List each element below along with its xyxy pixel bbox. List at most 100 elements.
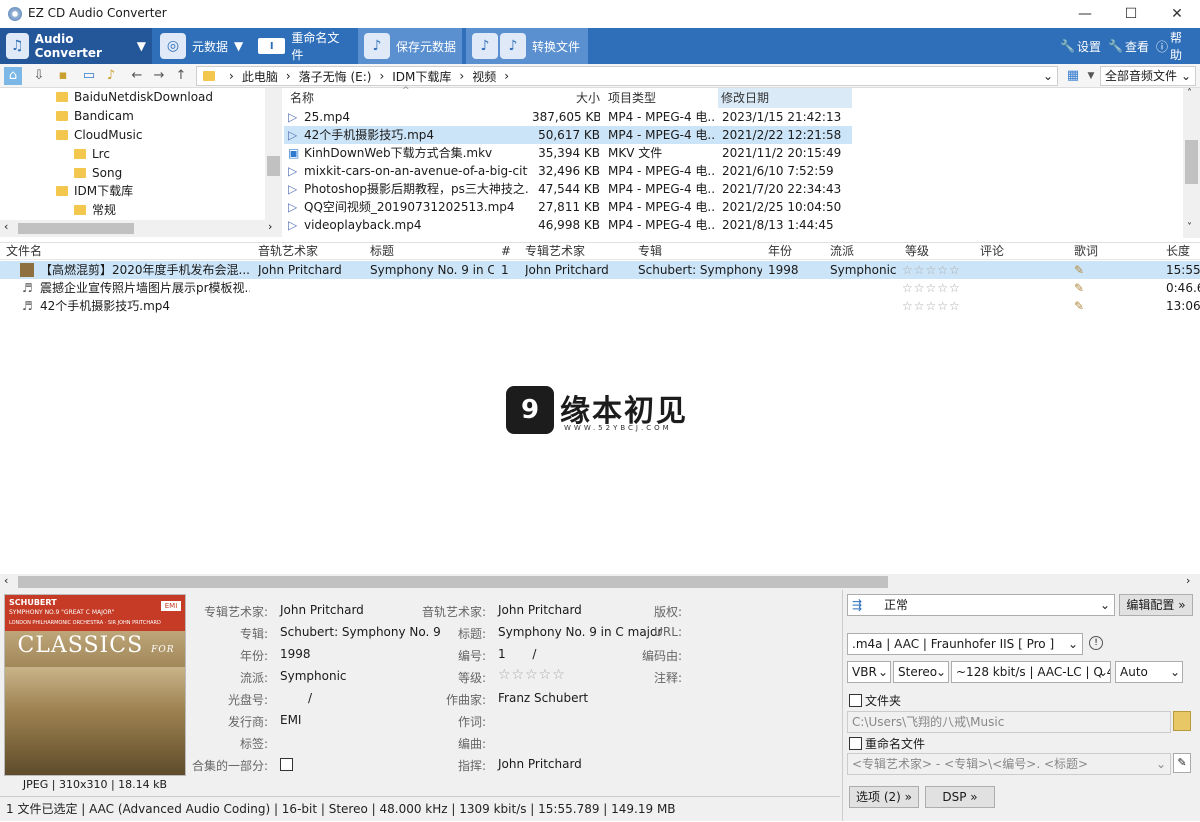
lyrics-icon[interactable]: ✎ [1074, 279, 1084, 297]
chevron-left-icon[interactable]: ‹ [4, 220, 8, 233]
chevron-right-icon[interactable]: › [1186, 574, 1190, 587]
track-artist-field[interactable]: John Pritchard [498, 603, 582, 617]
info-icon[interactable]: ! [1089, 636, 1103, 650]
track-rating[interactable]: ☆☆☆☆☆ [902, 297, 976, 315]
address-bar[interactable]: › 此电脑 › 落子无悔 (E:) › IDM下载库 › 视频 › ⌄ [196, 66, 1058, 86]
column-header-type[interactable]: 项目类型 [608, 88, 656, 108]
file-row[interactable]: ▷ QQ空间视频_20190731202513.mp4 27,811 KB MP… [284, 198, 852, 216]
mode-audio-converter-button[interactable]: ♫ Audio Converter ▼ [0, 28, 152, 64]
breadcrumb-item[interactable]: 视频 [472, 68, 496, 85]
back-arrow-icon[interactable]: ← [128, 67, 146, 85]
maximize-button[interactable]: ☐ [1108, 0, 1154, 28]
output-folder-field[interactable]: C:\Users\飞翔的八戒\Music [847, 711, 1171, 733]
channels-select[interactable]: Stereo ⌄ [893, 661, 949, 683]
chevron-down-icon[interactable]: ˅ [1187, 222, 1192, 233]
publisher-field[interactable]: EMI [280, 713, 301, 727]
chevron-left-icon[interactable]: ‹ [4, 574, 8, 587]
column-header-comment[interactable]: 评论 [980, 242, 1004, 260]
breadcrumb-item[interactable]: 落子无悔 (E:) [299, 68, 372, 85]
file-row[interactable]: ▣ KinhDownWeb下载方式合集.mkv 35,394 KB MKV 文件… [284, 144, 852, 162]
file-filter-select[interactable]: 全部音频文件 ⌄ [1100, 66, 1196, 86]
file-row[interactable]: ▷ Photoshop摄影后期教程，ps三大神技之... 47,544 KB M… [284, 180, 852, 198]
lyrics-icon[interactable]: ✎ [1074, 297, 1084, 315]
column-header-name[interactable]: 名称 [290, 88, 314, 108]
genre-field[interactable]: Symphonic [280, 669, 347, 683]
track-rating[interactable]: ☆☆☆☆☆ [902, 261, 976, 279]
lyrics-icon[interactable]: ✎ [1074, 261, 1084, 279]
track-row[interactable]: ♬ 42个手机摄影技巧.mp4 ☆☆☆☆☆ ✎ 13:06.8 [0, 297, 1200, 315]
column-header-size[interactable]: 大小 [576, 88, 600, 108]
minimize-button[interactable]: — [1062, 0, 1108, 28]
add-files-icon[interactable]: ⇩ [30, 67, 48, 85]
metadata-button[interactable]: ◎ 元数据 ▼ [154, 28, 250, 64]
profile-select[interactable]: ⇶ 正常 ⌄ [847, 594, 1115, 616]
add-folder-icon[interactable]: ▪ [54, 67, 72, 85]
breadcrumb-item[interactable]: 此电脑 [242, 68, 278, 85]
rename-pattern-field[interactable]: <专辑艺术家> - <专辑>\<编号>. <标题> ⌄ [847, 753, 1171, 775]
track-row[interactable]: 【高燃混剪】2020年度手机发布会混... John Pritchard Sym… [0, 261, 1200, 279]
vbr-select[interactable]: VBR ⌄ [847, 661, 891, 683]
tree-item[interactable]: 常规 [74, 201, 116, 219]
track-rating[interactable]: ☆☆☆☆☆ [902, 279, 976, 297]
file-row[interactable]: ▷ 42个手机摄影技巧.mp4 50,617 KB MP4 - MPEG-4 电… [284, 126, 852, 144]
column-header-date[interactable]: 修改日期 [718, 88, 852, 108]
column-header-length[interactable]: 长度 [1166, 242, 1200, 260]
music-folder-icon[interactable]: ♪ [102, 67, 120, 85]
rename-files-button[interactable]: I 重命名文件 [252, 28, 356, 64]
tree-item[interactable]: BaiduNetdiskDownload [56, 88, 213, 106]
view-button[interactable]: 🔧 查看 [1102, 28, 1155, 64]
browse-folder-icon[interactable] [1173, 711, 1191, 731]
rename-files-checkbox[interactable] [849, 737, 862, 750]
tree-item[interactable]: IDM下载库 [56, 182, 133, 200]
column-header-year[interactable]: 年份 [768, 242, 792, 260]
chevron-down-icon[interactable]: ▼ [1082, 67, 1100, 85]
save-metadata-button[interactable]: ♪ 保存元数据 [358, 28, 462, 64]
file-list-vertical-scrollbar[interactable]: ˄ ˅ [1183, 88, 1200, 238]
tree-item[interactable]: Lrc [74, 145, 110, 163]
edit-pattern-icon[interactable]: ✎ [1173, 753, 1191, 773]
bitrate-select[interactable]: ~128 kbit/s | AAC-LC | Q 4 ⌄ [951, 661, 1111, 683]
column-header-lyrics[interactable]: 歌词 [1074, 242, 1098, 260]
close-button[interactable]: ✕ [1154, 0, 1200, 28]
chevron-down-icon[interactable]: ⌄ [1043, 69, 1053, 83]
year-field[interactable]: 1998 [280, 647, 311, 661]
computer-icon[interactable]: ▭ [80, 67, 98, 85]
chevron-right-icon[interactable]: › [268, 220, 272, 233]
convert-files-button[interactable]: ♪ ♪ 转换文件 [466, 28, 588, 64]
help-button[interactable]: ⓘ 帮助 [1150, 28, 1200, 64]
file-row[interactable]: ▷ mixkit-cars-on-an-avenue-of-a-big-city… [284, 162, 852, 180]
column-header-track-artist[interactable]: 音轨艺术家 [258, 242, 318, 260]
compilation-checkbox[interactable] [280, 758, 293, 771]
column-header-filename[interactable]: 文件名 [6, 242, 42, 260]
forward-arrow-icon[interactable]: → [150, 67, 168, 85]
tree-item[interactable]: Bandicam [56, 107, 134, 125]
dsp-button[interactable]: DSP » [925, 786, 995, 808]
column-header-genre[interactable]: 流派 [830, 242, 854, 260]
samplerate-select[interactable]: Auto ⌄ [1115, 661, 1183, 683]
track-number-field[interactable]: 1 / [498, 647, 536, 661]
scroll-thumb[interactable] [18, 576, 888, 588]
file-row[interactable]: ▷ 25.mp4 387,605 KB MP4 - MPEG-4 电... 20… [284, 108, 852, 126]
settings-button[interactable]: 🔧 设置 [1054, 28, 1107, 64]
scroll-thumb[interactable] [18, 223, 134, 234]
folder-checkbox[interactable] [849, 694, 862, 707]
rating-field[interactable]: ☆☆☆☆☆ [498, 667, 566, 683]
column-header-title[interactable]: 标题 [370, 242, 394, 260]
scroll-thumb[interactable] [267, 156, 280, 176]
options-button[interactable]: 选项 (2) » [849, 786, 919, 808]
composer-field[interactable]: Franz Schubert [498, 691, 588, 705]
track-list-horizontal-scrollbar[interactable]: ‹ › [0, 574, 1200, 590]
column-header-rating[interactable]: 等级 [905, 242, 929, 260]
breadcrumb-item[interactable]: IDM下载库 [392, 68, 451, 85]
view-mode-icon[interactable]: ▦ [1064, 67, 1082, 85]
tree-horizontal-scrollbar[interactable]: ‹ › [0, 220, 282, 237]
chevron-up-icon[interactable]: ˄ [1187, 88, 1192, 99]
column-header-number[interactable]: # [501, 242, 511, 260]
edit-profile-button[interactable]: 编辑配置 » [1119, 594, 1193, 616]
album-cover[interactable]: SCHUBERT SYMPHONY NO.9 "GREAT C MAJOR" L… [4, 594, 186, 776]
scroll-thumb[interactable] [1185, 140, 1198, 184]
disc-field[interactable]: / [308, 691, 312, 705]
conductor-field[interactable]: John Pritchard [498, 757, 582, 771]
home-icon[interactable]: ⌂ [4, 67, 22, 85]
tree-item[interactable]: Song [74, 164, 122, 182]
